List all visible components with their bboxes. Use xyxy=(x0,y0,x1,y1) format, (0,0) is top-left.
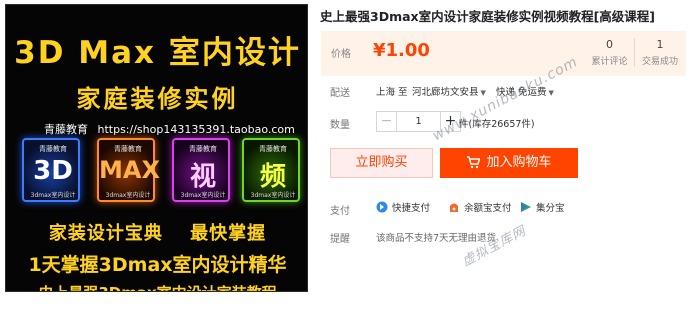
price-label: 价格 xyxy=(331,49,351,60)
tile-top-label: 青藤教育 xyxy=(259,145,287,153)
notice-label: 提醒 xyxy=(330,234,350,245)
tile-bottom-label: 3dmax室内设计 xyxy=(105,192,151,199)
poster-tile-pin: 青藤教育 频 3dmax室内设计 xyxy=(242,138,300,202)
payment-method-quick: 快捷支付 xyxy=(376,200,430,214)
poster-channel-url: https://shop143135391.taobao.com xyxy=(97,123,295,136)
shipping-destination: 河北廊坊文安县 xyxy=(412,87,479,98)
poster-tile-max: 青藤教育 MAX 3dmax室内设计 xyxy=(97,138,160,202)
poster-tagline-left: 家装设计宝典 xyxy=(48,223,163,244)
tile-bottom-label: 3dmax室内设计 xyxy=(180,192,226,199)
yuebao-icon xyxy=(450,203,458,212)
poster-tiles: 青藤教育 3D 3dmax室内设计 青藤教育 MAX 3dmax室内设计 青藤教… xyxy=(19,138,300,208)
payment-method-yuebao: 余额宝支付 xyxy=(448,200,512,214)
jifenbao-icon xyxy=(521,202,531,212)
add-to-cart-label: 加入购物车 xyxy=(486,155,552,170)
tile-char: 视 xyxy=(189,162,216,192)
quantity-decrease-button[interactable]: − xyxy=(376,111,397,132)
shipping-from: 上海 至 xyxy=(376,87,408,98)
tile-top-label: 青藤教育 xyxy=(39,145,67,153)
tile-char: 3D xyxy=(33,156,73,186)
stat-reviews[interactable]: 0 累计评论 xyxy=(585,38,635,67)
poster-footer-line: 史上最强3Dmax室内设计家装教程 xyxy=(6,282,307,291)
buy-now-button[interactable]: 立即购买 xyxy=(330,148,433,178)
poster-subtitle: 家庭装修实例 xyxy=(76,85,239,113)
stat-sales-label: 交易成功 xyxy=(641,57,678,67)
tile-top-label: 青藤教育 xyxy=(189,145,217,153)
poster-channel-name: 青藤教育 xyxy=(44,123,88,136)
stat-reviews-count: 0 xyxy=(606,38,613,51)
payment-method-jifenbao: 集分宝 xyxy=(520,200,565,214)
poster-title: 3D Max 室内设计 xyxy=(14,35,301,71)
tile-bottom-label: 3dmax室内设计 xyxy=(250,192,296,199)
payment-method-name: 余额宝支付 xyxy=(464,203,512,214)
price-panel: 价格 ¥1.00 0 累计评论 1 交易成功 xyxy=(321,31,686,76)
watermark-name: 虚拟宝库网 xyxy=(459,223,529,270)
payment-label: 支付 xyxy=(330,206,350,217)
add-to-cart-button[interactable]: 加入购物车 xyxy=(440,148,578,178)
stat-sales-count: 1 xyxy=(656,38,664,51)
product-main-image[interactable]: 3D Max 室内设计 家庭装修实例 青藤教育 https://shop1431… xyxy=(5,4,308,292)
poster-tile-3d: 青藤教育 3D 3dmax室内设计 xyxy=(22,138,80,202)
tile-char: MAX xyxy=(99,156,160,184)
shipping-destination-select[interactable]: 河北廊坊文安县 ▼ xyxy=(412,84,486,98)
payment-method-name: 集分宝 xyxy=(536,203,565,214)
payment-method-name: 快捷支付 xyxy=(392,203,431,214)
poster-tagline-right: 最快掌握 xyxy=(190,223,267,244)
product-title: 史上最强3Dmax室内设计家庭装修实例视频教程[高级课程] xyxy=(320,9,656,24)
cart-icon xyxy=(467,156,481,169)
stat-reviews-label: 累计评论 xyxy=(591,57,628,67)
poster-channel: 青藤教育 https://shop143135391.taobao.com xyxy=(44,121,301,137)
quick-pay-icon xyxy=(376,201,388,213)
price-value: ¥1.00 xyxy=(373,40,430,61)
stat-sales[interactable]: 1 交易成功 xyxy=(635,38,685,67)
poster-tile-shi: 青藤教育 视 3dmax室内设计 xyxy=(172,138,230,202)
chevron-down-icon: ▼ xyxy=(480,89,486,97)
quantity-label: 数量 xyxy=(330,120,350,131)
chevron-down-icon: ▼ xyxy=(548,89,554,97)
poster-tagline: 家装设计宝典 最快掌握 xyxy=(6,219,307,245)
tile-top-label: 青藤教育 xyxy=(114,145,142,153)
poster-headline: 1天掌握3Dmax室内设计精华 xyxy=(28,254,287,276)
shipping-label: 配送 xyxy=(330,88,350,99)
tile-bottom-label: 3dmax室内设计 xyxy=(30,192,76,199)
tile-char: 频 xyxy=(259,162,286,192)
